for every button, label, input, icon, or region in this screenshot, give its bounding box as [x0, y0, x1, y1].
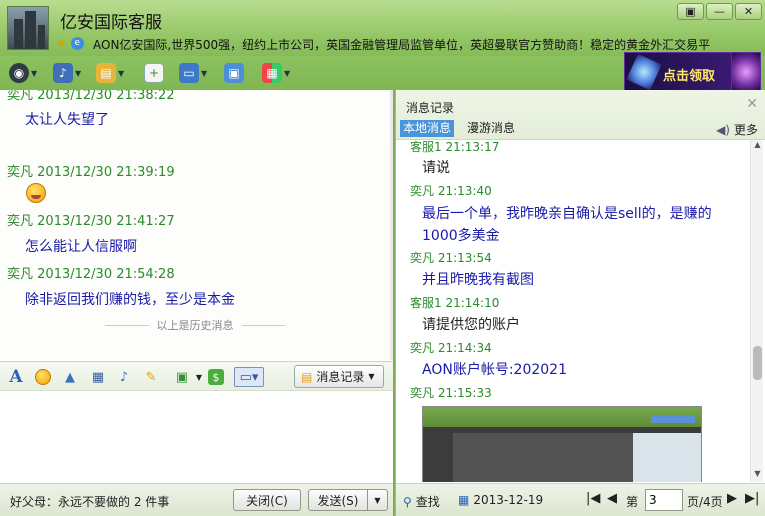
video-call-button[interactable]: ◉ ▼ [9, 62, 37, 84]
log-entry-header: 奕凡 21:13:54 [410, 251, 492, 265]
window-title: 亿安国际客服 [60, 13, 162, 33]
log-entry-text: 请提供您的账户 [422, 317, 520, 333]
note-icon[interactable]: ✎ [141, 367, 161, 387]
chat-area: 奕凡 2013/12/30 21:38:22 太让人失望了 奕凡 2013/12… [0, 90, 393, 516]
promo-label: 点击领取 [663, 69, 716, 84]
last-page-icon[interactable]: ▶| [745, 491, 759, 506]
log-entry-header: 客服1 21:13:17 [410, 140, 500, 154]
monitor-icon: ▭ [179, 63, 199, 83]
log-entry-text: AON账户帐号:202021 [422, 362, 567, 378]
page-number-input[interactable] [645, 489, 683, 511]
log-panel-header: 消息记录 ✕ 本地消息 漫游消息 ◀) 更多 [396, 90, 765, 140]
message-text: 太让人失望了 [25, 112, 109, 128]
create-discussion-button[interactable]: + [144, 62, 164, 84]
window-controls: ▣ — ✕ [677, 3, 762, 20]
voice-call-button[interactable]: ♪ ▼ [53, 62, 81, 84]
promo-gem-icon[interactable] [731, 52, 761, 92]
close-icon[interactable]: ✕ [746, 96, 758, 112]
log-panel-title: 消息记录 [406, 101, 455, 115]
file-transfer-button[interactable]: ▤ ▼ [96, 62, 124, 84]
camera-icon: ◉ [9, 63, 29, 83]
scroll-thumb[interactable] [753, 346, 762, 380]
history-divider: 以上是历史消息 [105, 317, 285, 333]
message-text: 怎么能让人信服啊 [25, 239, 137, 255]
first-page-icon[interactable]: |◀ [586, 491, 600, 506]
message-history[interactable]: 奕凡 2013/12/30 21:38:22 太让人失望了 奕凡 2013/12… [0, 90, 393, 360]
message-text: 除非返回我们赚的钱，至少是本金 [25, 292, 235, 308]
chat-add-icon: + [144, 63, 164, 83]
message-log-button[interactable]: ▤ 消息记录 ▼ [294, 365, 384, 388]
log-panel-footer: ⚲ 查找 ▦ 2013-12-19 |◀ ◀ 第 页/4页 ▶ ▶| [396, 483, 765, 516]
log-entry-text: 并且昨晚我有截图 [422, 272, 534, 288]
apps-grid-icon: ▦ [262, 63, 282, 83]
log-entry-header: 客服1 21:14:10 [410, 296, 500, 310]
crystal-icon [626, 53, 662, 91]
contact-signature: AON亿安国际,世界500强，纽约上市公司，英国金融管理局监管单位，英超曼联官方… [93, 38, 711, 52]
tab-roaming-messages[interactable]: 漫游消息 [464, 120, 518, 137]
date-picker-button[interactable]: ▦ 2013-12-19 [458, 493, 543, 507]
folder-icon: ▤ [96, 63, 116, 83]
screen-icon: ▣ [224, 63, 244, 83]
avatar[interactable] [7, 6, 49, 50]
message-header: 奕凡 2013/12/30 21:41:27 [7, 214, 175, 229]
microphone-icon: ♪ [53, 63, 73, 83]
page-total-label: 页/4页 [687, 495, 723, 509]
calendar-icon: ▦ [458, 493, 470, 507]
message-header: 奕凡 2013/12/30 21:38:22 [7, 90, 175, 103]
video-clip-icon[interactable]: ▦ [88, 367, 108, 387]
send-options-button[interactable]: ▼ [367, 489, 388, 511]
log-scrollbar[interactable]: ▲ ▼ [750, 140, 763, 482]
log-entry-text: 请说 [422, 160, 450, 176]
speaker-icon: ◀) [716, 122, 730, 137]
apps-button[interactable]: ▦ ▼ [262, 62, 290, 84]
log-entry-header: 奕凡 21:14:34 [410, 341, 492, 355]
page-prefix-label: 第 [626, 495, 639, 509]
voice-message-icon[interactable]: ♪ [114, 367, 134, 387]
news-tip[interactable]: 好父母：永远不要做的 2 件事 [10, 493, 169, 510]
prev-page-icon[interactable]: ◀ [607, 491, 617, 506]
close-window-button[interactable]: ✕ [735, 3, 762, 20]
magic-emoji-icon[interactable]: ▲ [60, 367, 80, 387]
search-icon: ⚲ [403, 494, 412, 509]
log-entry-header: 奕凡 21:15:33 [410, 386, 492, 400]
message-header: 奕凡 2013/12/30 21:39:19 [7, 165, 175, 180]
share-screen-button[interactable]: ▣ [224, 62, 244, 84]
message-log-panel: 消息记录 ✕ 本地消息 漫游消息 ◀) 更多 客服1 21:13:17 请说 奕… [395, 90, 765, 516]
skin-button[interactable]: ▣ [677, 3, 704, 20]
log-entry-header: 奕凡 21:13:40 [410, 184, 492, 198]
log-message-list[interactable]: 客服1 21:13:17 请说 奕凡 21:13:40 最后一个单，我昨晚亲自确… [396, 140, 751, 482]
remote-desktop-button[interactable]: ▭ ▼ [179, 62, 207, 84]
close-button[interactable]: 关闭(C) [233, 489, 301, 511]
screenshot-image[interactable] [422, 406, 702, 482]
minimize-button[interactable]: — [706, 3, 733, 20]
message-log-icon: ▤ [301, 369, 313, 384]
log-entry-text: 最后一个单，我昨晚亲自确认是sell的，是赚的1000多美金 [422, 206, 712, 244]
scroll-down-icon[interactable]: ▼ [751, 469, 764, 482]
status-icons: ★ e [56, 36, 84, 50]
chat-scrollbar[interactable] [390, 90, 393, 360]
screenshot-icon[interactable]: ▭▾ [234, 367, 264, 387]
promo-banner[interactable]: 点击领取 [624, 52, 732, 92]
emoji-icon[interactable] [33, 367, 53, 387]
star-icon: ★ [56, 36, 67, 50]
scroll-up-icon[interactable]: ▲ [751, 140, 764, 153]
message-input[interactable] [0, 391, 393, 483]
chevron-down-icon: ▼ [368, 372, 375, 381]
bottom-bar: 好父母：永远不要做的 2 件事 关闭(C) 发送(S) ▼ [0, 483, 393, 516]
tab-local-messages[interactable]: 本地消息 [400, 120, 455, 137]
font-icon[interactable]: A [6, 367, 26, 387]
title-bar: 亿安国际客服 ★ e AON亿安国际,世界500强，纽约上市公司，英国金融管理局… [0, 0, 765, 56]
send-button[interactable]: 发送(S) [308, 489, 368, 511]
emoji-sticker-icon [26, 183, 46, 203]
picture-dropdown-icon[interactable]: ▼ [189, 367, 209, 387]
search-button[interactable]: ⚲ 查找 [403, 493, 440, 510]
editor-toolbar: A ▲ ▦ ♪ ✎ ▣ ▼ $ ▭▾ ▤ 消息记录 ▼ [0, 361, 393, 391]
gift-icon[interactable]: $ [208, 369, 224, 385]
qzone-icon[interactable]: e [70, 37, 84, 50]
message-header: 奕凡 2013/12/30 21:54:28 [7, 267, 175, 282]
more-button[interactable]: ◀) 更多 [716, 121, 758, 138]
next-page-icon[interactable]: ▶ [727, 491, 737, 506]
